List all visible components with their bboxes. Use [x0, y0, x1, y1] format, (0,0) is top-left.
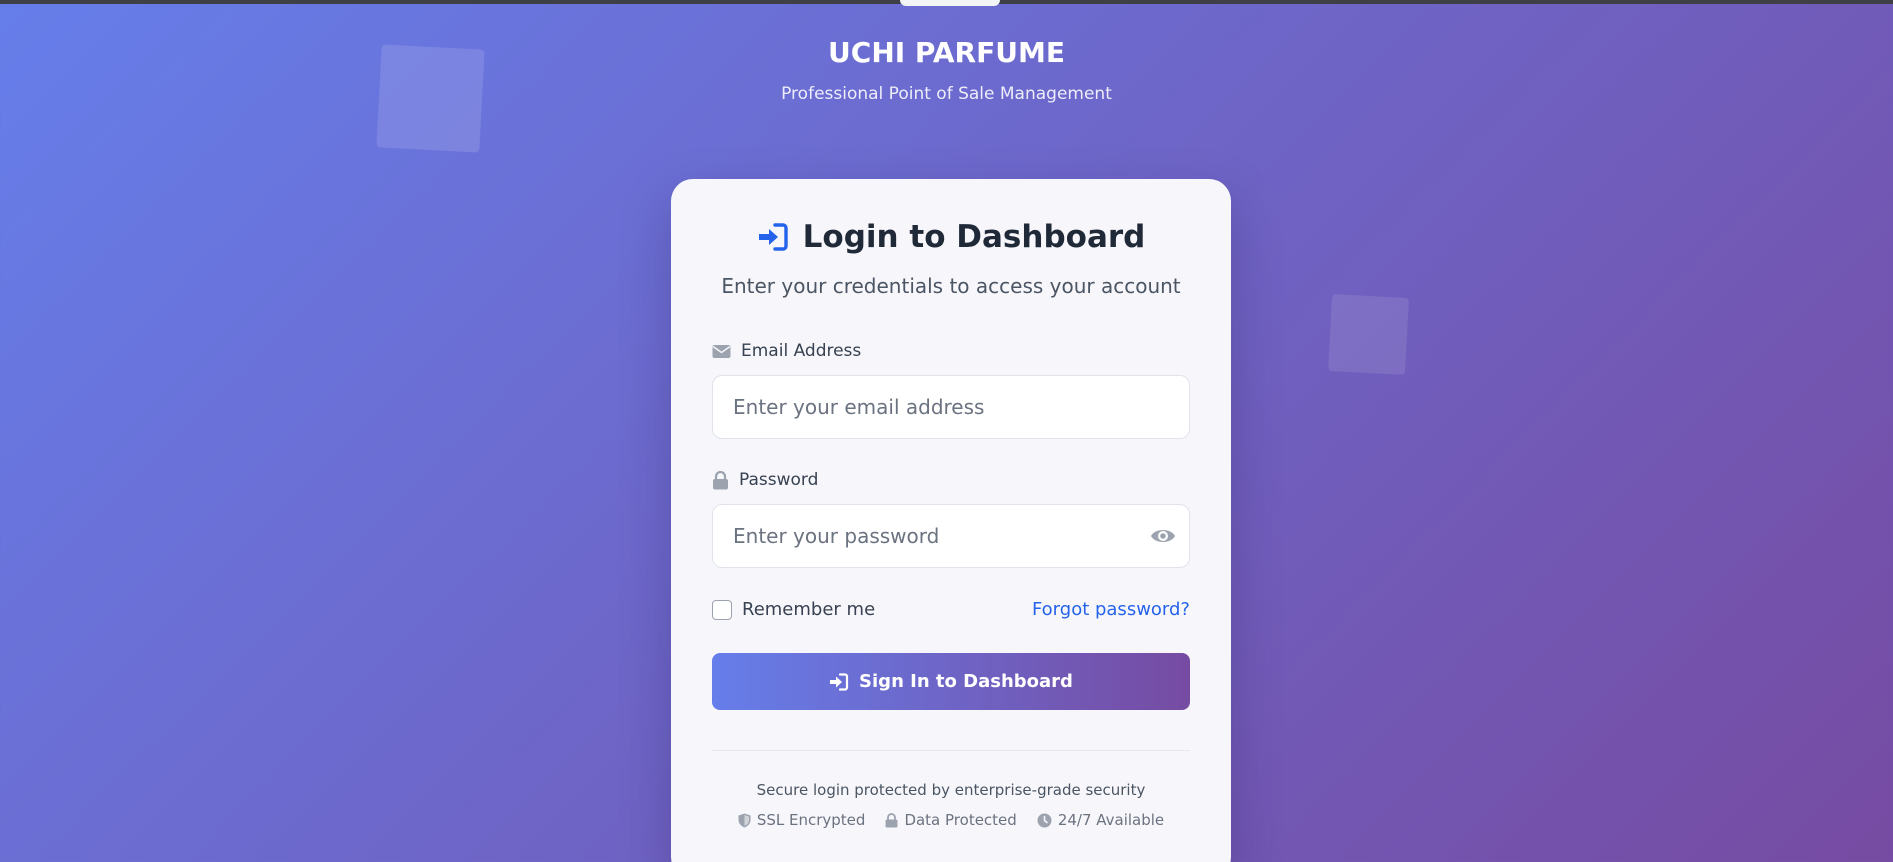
- brand-title: UCHI PARFUME: [828, 36, 1065, 69]
- password-label: Password: [712, 470, 818, 490]
- lock-icon: [713, 470, 728, 489]
- divider: [712, 750, 1190, 751]
- security-badges: SSL Encrypted Data Protected 24/7 Availa…: [671, 811, 1231, 829]
- security-note: Secure login protected by enterprise-gra…: [756, 781, 1146, 799]
- brand-subtitle: Professional Point of Sale Management: [781, 84, 1112, 104]
- sign-in-button[interactable]: Sign In to Dashboard: [712, 653, 1190, 710]
- login-title: Login to Dashboard: [757, 219, 1146, 255]
- badge-label: 24/7 Available: [1057, 811, 1165, 829]
- security-badge: Data Protected: [885, 811, 1017, 829]
- remember-checkbox[interactable]: [712, 599, 732, 620]
- login-card: Login to Dashboard Enter your credential…: [671, 179, 1231, 862]
- login-subtitle: Enter your credentials to access your ac…: [721, 274, 1181, 298]
- sign-in-label: Sign In to Dashboard: [859, 671, 1073, 692]
- security-badge: SSL Encrypted: [738, 811, 866, 829]
- clock-icon: [1037, 813, 1052, 827]
- badge-label: Data Protected: [904, 811, 1017, 829]
- badge-label: SSL Encrypted: [756, 811, 866, 829]
- email-label: Email Address: [712, 341, 861, 361]
- email-input[interactable]: [712, 375, 1190, 439]
- sign-in-icon: [830, 672, 849, 691]
- brand-header: UCHI PARFUME Professional Point of Sale …: [0, 36, 1893, 104]
- password-label-text: Password: [739, 470, 819, 490]
- login-header: Login to Dashboard Enter your credential…: [671, 219, 1231, 298]
- sign-in-icon: [758, 223, 788, 251]
- login-title-text: Login to Dashboard: [802, 219, 1146, 255]
- remember-me[interactable]: Remember me: [712, 599, 875, 620]
- email-label-text: Email Address: [741, 341, 862, 361]
- envelope-icon: [712, 344, 731, 358]
- top-tab-handle: [900, 0, 1000, 6]
- forgot-password-link[interactable]: Forgot password?: [1032, 599, 1190, 620]
- eye-icon[interactable]: [1150, 524, 1176, 548]
- remember-label: Remember me: [742, 599, 876, 620]
- shield-icon: [738, 813, 751, 827]
- lock-icon: [885, 812, 898, 827]
- password-input[interactable]: [712, 504, 1190, 568]
- decorative-square: [1328, 294, 1409, 375]
- security-badge: 24/7 Available: [1037, 811, 1164, 829]
